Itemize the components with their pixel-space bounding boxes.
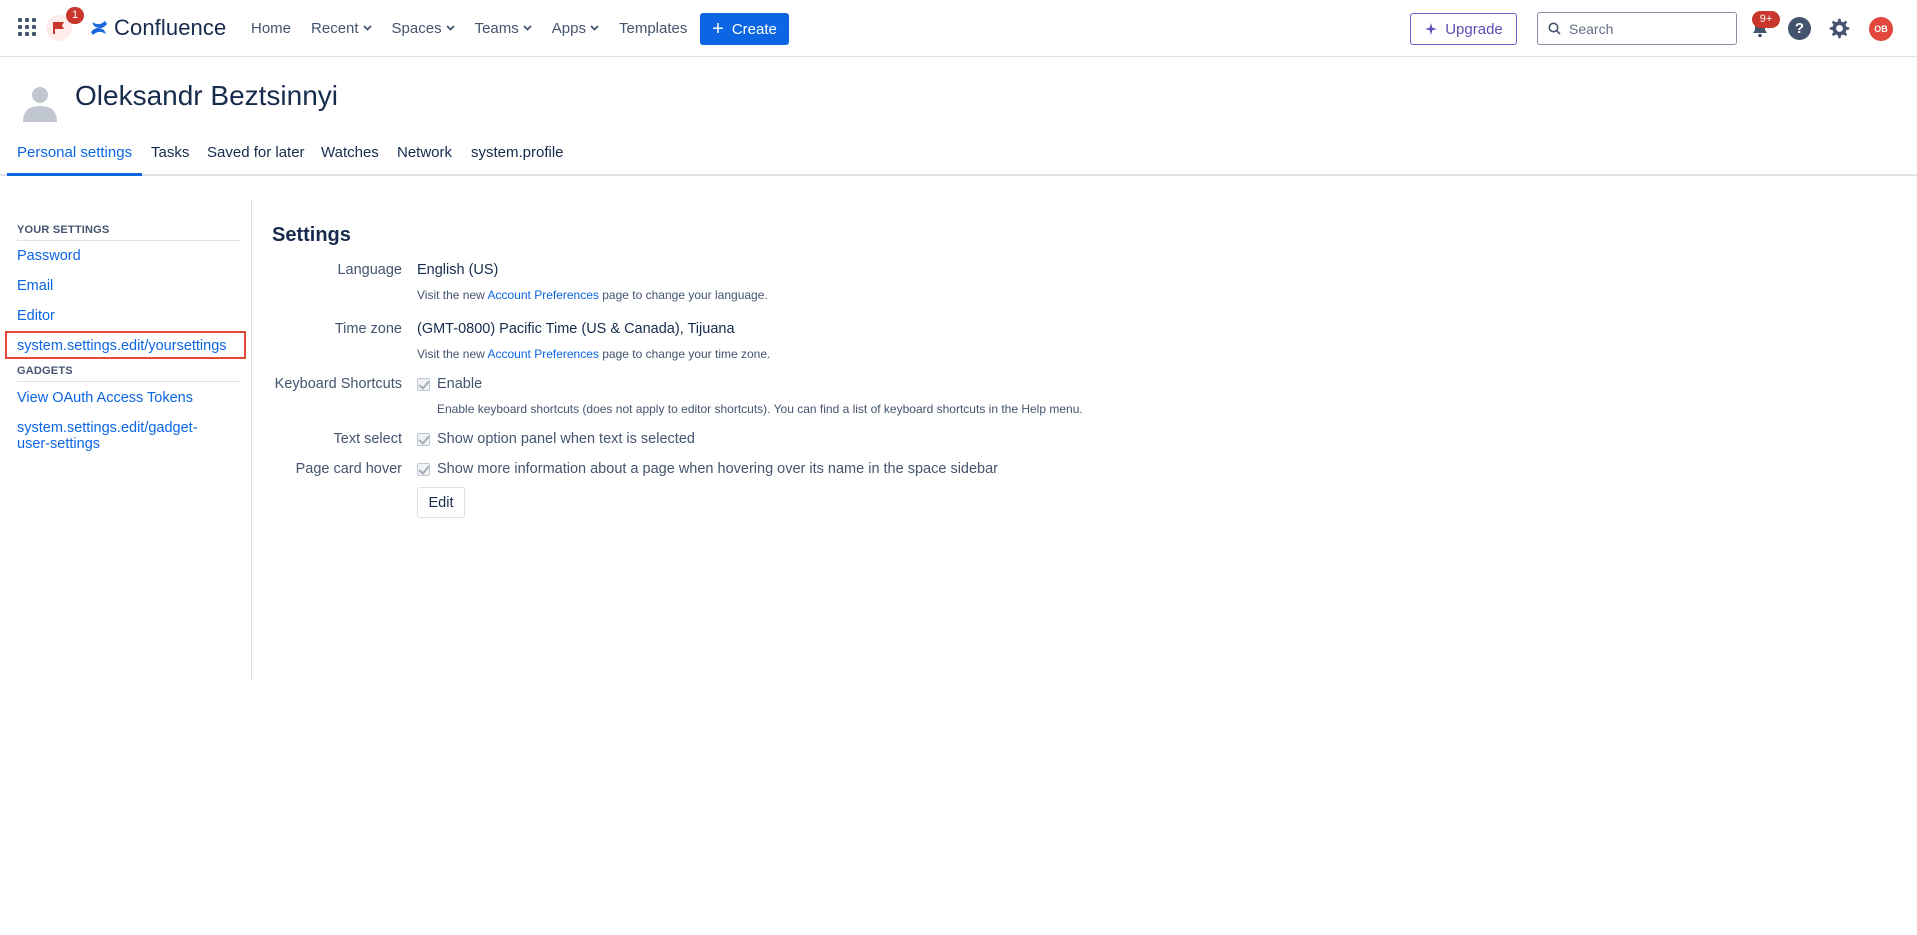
language-value: English (US)	[417, 262, 499, 278]
sparkle-icon	[1425, 23, 1438, 35]
page-card-hover-checkbox[interactable]	[417, 463, 430, 476]
create-button[interactable]: + Create	[700, 13, 789, 45]
create-button-label: Create	[731, 20, 777, 38]
text-select-checkbox-label: Show option panel when text is selected	[437, 431, 695, 447]
keyboard-shortcuts-label: Keyboard Shortcuts	[274, 376, 402, 392]
tab-watches[interactable]: Watches	[321, 144, 379, 176]
gear-icon[interactable]	[1827, 16, 1852, 41]
keyboard-shortcuts-hint: Enable keyboard shortcuts (does not appl…	[437, 402, 1083, 416]
user-avatar[interactable]: OB	[1869, 17, 1893, 41]
upgrade-button-label: Upgrade	[1445, 20, 1503, 38]
app-switcher-grid-icon[interactable]	[18, 18, 36, 36]
primary-nav: Home Recent Spaces Teams Apps Templates	[251, 18, 707, 38]
language-hint: Visit the new Account Preferences page t…	[417, 288, 768, 302]
timezone-label: Time zone	[334, 321, 402, 337]
page-card-hover-checkbox-label: Show more information about a page when …	[437, 461, 998, 477]
tab-system-profile[interactable]: system.profile	[471, 144, 564, 176]
chevron-down-icon	[590, 25, 599, 31]
keyboard-shortcuts-checkbox-label: Enable	[437, 376, 483, 392]
sidebar-item-oauth-tokens[interactable]: View OAuth Access Tokens	[17, 390, 237, 406]
divider	[17, 381, 241, 382]
nav-home[interactable]: Home	[251, 18, 291, 38]
help-icon[interactable]: ?	[1788, 17, 1811, 40]
settings-sidebar: YOUR SETTINGS Password Email Editor syst…	[0, 200, 252, 680]
chevron-down-icon	[523, 25, 532, 31]
timezone-hint: Visit the new Account Preferences page t…	[417, 347, 770, 361]
upgrade-button[interactable]: Upgrade	[1410, 13, 1517, 45]
language-label: Language	[337, 262, 402, 278]
keyboard-shortcuts-checkbox[interactable]	[417, 378, 430, 391]
user-avatar-icon	[23, 87, 57, 122]
profile-name: Oleksandr Beztsinnyi	[75, 80, 339, 111]
search-input[interactable]	[1569, 20, 1729, 37]
sidebar-item-editor[interactable]: Editor	[17, 308, 237, 324]
account-preferences-link-language[interactable]: Account Preferences	[488, 288, 599, 302]
tab-network[interactable]: Network	[397, 144, 452, 176]
sidebar-heading-your-settings: YOUR SETTINGS	[17, 224, 110, 236]
nav-teams-label: Teams	[474, 19, 519, 37]
sidebar-item-yoursettings[interactable]: system.settings.edit/yoursettings	[17, 338, 237, 354]
nav-apps-label: Apps	[551, 19, 586, 37]
language-hint-suffix: page to change your language.	[602, 288, 768, 302]
flag-count-badge: 1	[66, 7, 84, 24]
nav-recent-label: Recent	[311, 19, 359, 37]
nav-recent[interactable]: Recent	[311, 18, 372, 38]
nav-teams[interactable]: Teams	[475, 18, 532, 38]
account-preferences-link-timezone[interactable]: Account Preferences	[488, 347, 599, 361]
flag-icon	[53, 22, 64, 34]
confluence-logo[interactable]: Confluence	[90, 15, 227, 40]
text-select-label: Text select	[333, 431, 403, 447]
search-box[interactable]	[1537, 12, 1737, 45]
language-hint-prefix: Visit the new	[417, 288, 485, 302]
sidebar-heading-gadgets: GADGETS	[17, 365, 73, 377]
nav-spaces[interactable]: Spaces	[392, 18, 455, 38]
settings-title: Settings	[272, 224, 351, 246]
edit-button[interactable]: Edit	[417, 487, 465, 518]
sidebar-item-email[interactable]: Email	[17, 278, 237, 294]
top-navigation-bar: 1 Confluence Home Recent Spaces Teams Ap…	[0, 0, 1917, 57]
sidebar-item-password[interactable]: Password	[17, 248, 237, 264]
nav-home-label: Home	[251, 19, 292, 37]
text-select-checkbox[interactable]	[417, 433, 430, 446]
nav-templates-label: Templates	[618, 19, 688, 37]
plus-icon: +	[712, 18, 724, 40]
nav-templates[interactable]: Templates	[619, 18, 687, 38]
nav-apps[interactable]: Apps	[552, 18, 599, 38]
chevron-down-icon	[445, 25, 455, 31]
timezone-hint-suffix: page to change your time zone.	[602, 347, 771, 361]
tab-tasks[interactable]: Tasks	[151, 144, 189, 176]
page-card-hover-label: Page card hover	[295, 461, 402, 477]
divider	[17, 240, 241, 241]
tab-personal-settings[interactable]: Personal settings	[7, 144, 143, 176]
timezone-hint-prefix: Visit the new	[417, 347, 485, 361]
sidebar-item-gadget-user-settings[interactable]: system.settings.edit/gadget-user-setting…	[17, 420, 217, 452]
confluence-logo-icon	[91, 21, 107, 35]
search-icon	[1548, 22, 1561, 35]
logo-text: Confluence	[114, 15, 227, 40]
profile-tabs: Personal settings Tasks Saved for later …	[0, 140, 1917, 176]
tab-saved-for-later[interactable]: Saved for later	[207, 144, 305, 176]
timezone-value: (GMT-0800) Pacific Time (US & Canada), T…	[417, 321, 735, 337]
nav-spaces-label: Spaces	[391, 19, 442, 37]
notifications-badge: 9+	[1752, 11, 1780, 28]
chevron-down-icon	[362, 25, 372, 31]
